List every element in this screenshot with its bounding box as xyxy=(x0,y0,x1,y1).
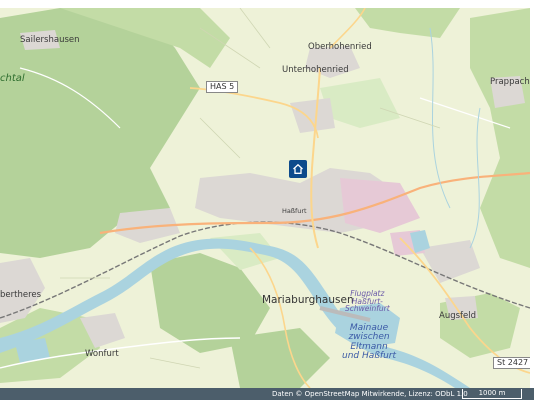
home-icon xyxy=(293,163,303,174)
map-canvas[interactable]: Sailershausen chtal Oberhohenried Unterh… xyxy=(0,8,530,388)
place-label-hassfurt: Haßfurt xyxy=(282,207,307,215)
scale-bar: 1000 m xyxy=(462,389,522,399)
attribution-text[interactable]: Daten © OpenStreetMap Mitwirkende, Lizen… xyxy=(272,389,468,399)
place-label-mariaburghausen: Mariaburghausen xyxy=(262,294,354,306)
nature-reserve-label: Mainaue zwischen Eltmann und Haßfurt xyxy=(342,323,397,362)
nature-reserve-line4: und Haßfurt xyxy=(342,351,397,362)
place-label-region: chtal xyxy=(0,73,25,84)
road-shield-st2427: St 2427 xyxy=(493,357,530,369)
airport-label-line3: Schweinfurt xyxy=(345,304,390,313)
place-label-bertheres: bertheres xyxy=(0,290,42,300)
place-label-prappach: Prappach xyxy=(490,77,530,87)
road-shield-has5: HAS 5 xyxy=(206,81,239,93)
place-label-wonfurt: Wonfurt xyxy=(85,349,119,359)
place-label-sailershausen: Sailershausen xyxy=(20,35,80,45)
airport-label: Flugplatz Haßfurt- Schweinfurt xyxy=(345,290,390,313)
place-label-oberhohenried: Oberhohenried xyxy=(308,42,372,52)
map-viewer: Sailershausen chtal Oberhohenried Unterh… xyxy=(0,0,534,400)
place-label-augsfeld: Augsfeld xyxy=(439,311,477,321)
map-tiles xyxy=(0,8,530,388)
place-label-unterhohenried: Unterhohenried xyxy=(282,65,349,75)
scale-label: 1000 m xyxy=(478,389,506,397)
location-marker[interactable] xyxy=(289,160,307,178)
